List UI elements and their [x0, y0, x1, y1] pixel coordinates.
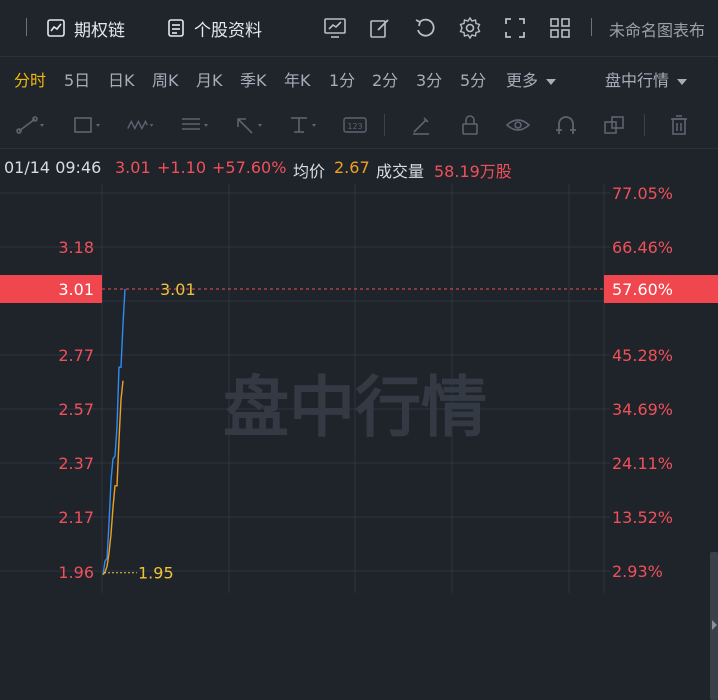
expand-arrow-icon[interactable] — [712, 620, 717, 630]
refresh-icon[interactable] — [411, 14, 439, 42]
stock-profile-button[interactable]: 个股资料 — [166, 14, 262, 42]
period-intraday[interactable]: 分时 — [14, 67, 46, 91]
period-more-dropdown[interactable]: 更多 — [506, 67, 557, 91]
period-selector: 分时 5日 日K 周K 月K 季K 年K 1分 2分 3分 5分 更多 盘中行情 — [0, 57, 718, 101]
price-lines — [102, 288, 126, 576]
chart-box-icon — [47, 19, 65, 37]
rectangle-tool-icon[interactable] — [72, 113, 102, 137]
stock-profile-label: 个股资料 — [194, 20, 262, 41]
price-line — [102, 288, 126, 575]
option-chain-button[interactable]: 期权链 — [46, 14, 125, 42]
volume-value: 58.19万股 — [434, 162, 512, 181]
session-label: 盘中行情 — [605, 71, 670, 90]
period-month[interactable]: 月K — [196, 67, 223, 91]
chevron-down-icon — [677, 78, 688, 85]
quote-change: +1.10 — [157, 158, 207, 177]
left-axis-tick-label: 2.17 — [58, 508, 94, 527]
tools-divider — [644, 114, 645, 136]
lock-icon[interactable] — [455, 113, 485, 137]
magnet-icon[interactable] — [551, 113, 581, 137]
avg-price-label: 均价 — [293, 162, 326, 181]
period-2min[interactable]: 2分 — [372, 67, 398, 91]
period-day[interactable]: 日K — [108, 67, 135, 91]
drawing-tools-bar: 123 — [0, 102, 718, 149]
document-icon — [168, 19, 184, 37]
monitor-chart-icon[interactable] — [321, 14, 349, 42]
right-axis-tick-label: 45.28% — [612, 346, 673, 365]
right-axis-tick-label: 2.93% — [612, 562, 663, 581]
avg-price-line — [102, 380, 124, 576]
avg-price-value: 2.67 — [334, 158, 370, 177]
tools-divider — [384, 114, 385, 136]
arrow-tool-icon[interactable] — [234, 113, 264, 137]
right-axis-tick-label: 34.69% — [612, 400, 673, 419]
period-week[interactable]: 周K — [152, 67, 179, 91]
eye-icon[interactable] — [503, 113, 533, 137]
high-price-annotation: 3.01 — [160, 280, 196, 299]
quote-info-bar: 01/14 09:46 3.01 +1.10 +57.60% 均价 2.67 成… — [0, 150, 718, 184]
left-axis-tick-label: 3.18 — [58, 238, 94, 257]
current-pct-badge-label: 57.60% — [612, 280, 673, 299]
edit-icon[interactable] — [366, 14, 394, 42]
current-price-badge-label: 3.01 — [58, 280, 94, 299]
period-more-label: 更多 — [506, 71, 539, 90]
pencil-icon[interactable] — [406, 113, 436, 137]
period-1min[interactable]: 1分 — [329, 67, 355, 91]
quote-datetime: 01/14 09:46 — [4, 158, 102, 177]
right-axis-tick-label: 77.05% — [612, 184, 673, 203]
left-axis-tick-label: 2.57 — [58, 400, 94, 419]
layout-name[interactable]: 未命名图表布 — [609, 17, 705, 41]
toolbar-divider — [26, 18, 27, 36]
left-axis-tick-label: 2.77 — [58, 346, 94, 365]
low-price-annotation: 1.95 — [138, 564, 174, 583]
left-axis-tick-label: 2.37 — [58, 454, 94, 473]
session-dropdown[interactable]: 盘中行情 — [605, 67, 688, 91]
right-axis-tick-label: 13.52% — [612, 508, 673, 527]
period-5min[interactable]: 5分 — [460, 67, 486, 91]
right-axis-tick-label: 24.11% — [612, 454, 673, 473]
period-year[interactable]: 年K — [284, 67, 311, 91]
period-quarter[interactable]: 季K — [240, 67, 267, 91]
fibonacci-tool-icon[interactable] — [180, 113, 210, 137]
wave-tool-icon[interactable] — [126, 113, 156, 137]
chart-canvas[interactable]: 盘中行情 3.18 2.77 2.57 2.37 2.17 1.96 77.05% 66.4… — [0, 184, 718, 593]
volume-label: 成交量 — [376, 162, 425, 181]
intraday-chart[interactable]: 盘中行情 3.18 2.77 2.57 2.37 2.17 1.96 77.05% 66.4… — [0, 184, 718, 700]
top-toolbar: 期权链 个股资料 未命名图表布 — [0, 0, 718, 57]
period-3min[interactable]: 3分 — [416, 67, 442, 91]
trash-icon[interactable] — [664, 113, 694, 137]
left-axis-tick-label: 1.96 — [58, 563, 94, 582]
trendline-tool-icon[interactable] — [16, 113, 46, 137]
grid-layout-icon[interactable] — [546, 14, 574, 42]
right-pct-axis: 77.05% 66.46% 45.28% 34.69% 24.11% 13.52% 2.93… — [612, 184, 673, 581]
chevron-down-icon — [546, 78, 557, 85]
option-chain-label: 期权链 — [74, 20, 125, 41]
gear-icon[interactable] — [456, 14, 484, 42]
current-price-marker: 3.01 57.60% — [0, 275, 718, 304]
right-axis-tick-label: 66.46% — [612, 238, 673, 257]
quote-change-pct: +57.60% — [212, 158, 287, 177]
layers-icon[interactable] — [599, 113, 629, 137]
fullscreen-icon[interactable] — [501, 14, 529, 42]
watermark: 盘中行情 — [223, 369, 487, 446]
quote-price: 3.01 — [115, 158, 151, 177]
annotations: 3.01 1.95 — [104, 280, 196, 583]
toolbar-divider — [591, 18, 592, 36]
text-tool-icon[interactable] — [288, 113, 318, 137]
period-5day[interactable]: 5日 — [64, 67, 90, 91]
svg-text:123: 123 — [347, 122, 362, 131]
number-tool-icon[interactable]: 123 — [340, 113, 370, 137]
